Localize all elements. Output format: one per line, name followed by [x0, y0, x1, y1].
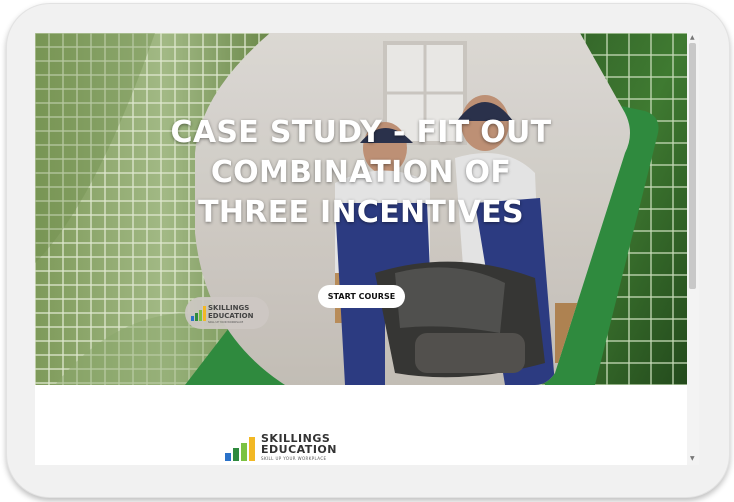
bar-chart-logo-icon — [191, 306, 206, 321]
badge-brand-line1: SKILLINGS — [208, 304, 250, 312]
course-title: CASE STUDY - FIT OUT COMBINATION OF THRE… — [170, 115, 552, 230]
brand-badge: SKILLINGS EDUCATION SKILL UP YOUR WORKPL… — [185, 297, 269, 329]
course-cover: CASE STUDY - FIT OUT COMBINATION OF THRE… — [35, 33, 687, 385]
vertical-scrollbar[interactable]: ▲ ▼ — [687, 33, 699, 465]
start-course-button[interactable]: START COURSE — [318, 285, 405, 308]
course-viewport: CASE STUDY - FIT OUT COMBINATION OF THRE… — [35, 33, 699, 465]
bar-chart-logo-icon — [225, 437, 255, 461]
footer-brand-line2: EDUCATION — [261, 443, 337, 456]
badge-tagline: SKILL UP YOUR WORKPLACE — [208, 321, 244, 324]
badge-brand-line2: EDUCATION — [208, 312, 254, 320]
scroll-up-icon[interactable]: ▲ — [690, 35, 695, 41]
scroll-down-icon[interactable]: ▼ — [690, 456, 695, 462]
scrollbar-thumb[interactable] — [689, 43, 696, 289]
footer-brand-logo: SKILLINGS EDUCATION SKILL UP YOUR WORKPL… — [225, 431, 365, 465]
footer-tagline: SKILL UP YOUR WORKPLACE — [261, 456, 327, 461]
